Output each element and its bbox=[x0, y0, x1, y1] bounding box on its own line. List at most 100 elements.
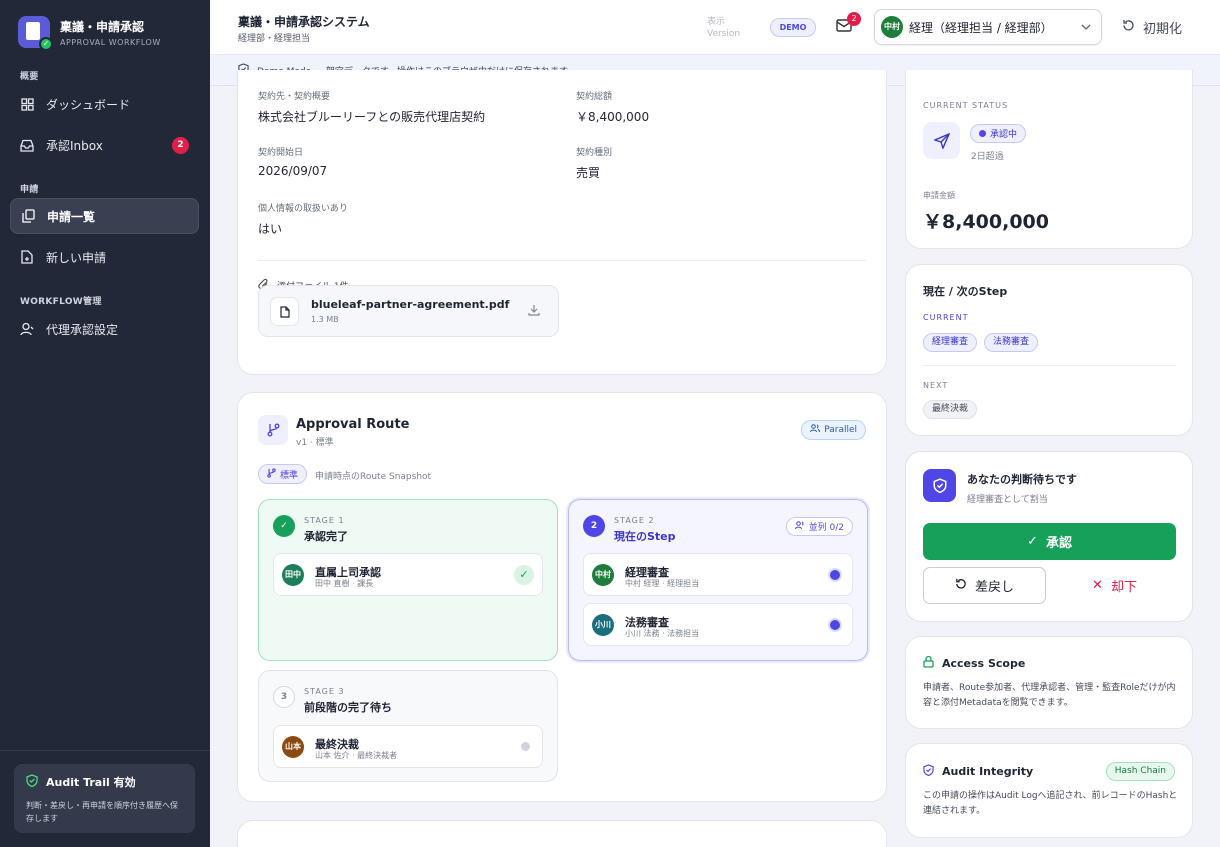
grid-icon bbox=[20, 97, 34, 111]
notification-count-badge: 2 bbox=[847, 12, 861, 26]
copy-icon bbox=[21, 209, 35, 223]
demo-badge: DEMO bbox=[770, 18, 816, 37]
reset-label: 初期化 bbox=[1143, 22, 1183, 37]
return-button[interactable]: 差戻し bbox=[923, 567, 1046, 604]
pending-dot bbox=[830, 570, 840, 580]
step-item[interactable]: 小川 法務審査 小川 法務 · 法務担当 bbox=[583, 603, 853, 646]
hash-chain-badge: Hash Chain bbox=[1105, 762, 1175, 781]
steps-card: 現在 / 次のStep CURRENT 経理審査 法務審査 NEXT 最終決裁 bbox=[905, 264, 1193, 436]
brand-subtitle: APPROVAL WORKFLOW bbox=[60, 37, 161, 47]
step-role: 小川 法務 · 法務担当 bbox=[625, 629, 700, 638]
close-icon: ✕ bbox=[1092, 578, 1103, 593]
shield-check-icon bbox=[923, 469, 956, 502]
field-value: 2026/09/07 bbox=[258, 164, 328, 178]
chevron-down-icon bbox=[1081, 22, 1091, 33]
user-icon bbox=[20, 322, 34, 336]
section-workflow: WORKFLOW管理 bbox=[20, 297, 102, 307]
user-switcher-label: 経理（経理担当 / 経理部） bbox=[909, 20, 1053, 35]
route-mode-badge: Parallel bbox=[801, 420, 866, 440]
route-version: v1 · 標準 bbox=[296, 438, 334, 448]
access-scope-card: Access Scope 申請者、Route参加者、代理承認者、管理・監査Rol… bbox=[905, 636, 1193, 729]
section-overview: 概要 bbox=[20, 72, 39, 82]
contract-details-card: 契約先・契約概要 株式会社ブルーリーフとの販売代理店契約 契約総額 ￥8,400… bbox=[237, 70, 887, 375]
status-card: CURRENT STATUS 承認中 2日超過 申請金額 ￥8,400,000 bbox=[905, 70, 1193, 249]
current-step-tag: 経理審査 bbox=[923, 333, 978, 352]
step-role: 山本 佐介 · 最終決裁者 bbox=[315, 751, 398, 760]
file-name: blueleaf-partner-agreement.pdf bbox=[311, 298, 510, 311]
stage-card-current: 2 STAGE 2 現在のStep 並列 0/2 中村 経理審査 中村 経理 ·… bbox=[568, 499, 868, 661]
sidebar-item-label: 新しい申請 bbox=[46, 250, 107, 265]
decision-title: あなたの判断待ちです bbox=[967, 473, 1077, 486]
decision-card: あなたの判断待ちです 経理審査として割当 ✓ 承認 差戻し ✕ 却下 bbox=[905, 451, 1193, 622]
amount-value: ￥8,400,000 bbox=[923, 211, 1049, 233]
current-label: CURRENT bbox=[923, 313, 969, 322]
reset-button[interactable]: 初期化 bbox=[1122, 18, 1182, 37]
user-switcher[interactable]: 中村 経理（経理担当 / 経理部） bbox=[874, 9, 1102, 45]
section-request: 申請 bbox=[20, 185, 39, 195]
shield-check-icon bbox=[923, 764, 934, 779]
brand: ✓ 稟議・申請承認 APPROVAL WORKFLOW bbox=[18, 16, 161, 51]
file-icon bbox=[270, 297, 299, 326]
stage-number: 3 bbox=[273, 686, 295, 708]
field-value: ￥8,400,000 bbox=[576, 110, 650, 124]
stage-number: 2 bbox=[583, 515, 605, 537]
field-value: 株式会社ブルーリーフとの販売代理店契約 bbox=[258, 110, 486, 124]
sidebar-item-request-list[interactable]: 申請一覧 bbox=[10, 198, 199, 234]
attachment-item[interactable]: blueleaf-partner-agreement.pdf 1.3 MB bbox=[258, 285, 559, 337]
check-circle-icon: ✓ bbox=[514, 565, 534, 585]
field-value: はい bbox=[258, 222, 283, 236]
git-branch-icon bbox=[258, 415, 288, 445]
reject-button[interactable]: ✕ 却下 bbox=[1053, 567, 1176, 604]
shield-check-icon bbox=[26, 774, 38, 790]
stage-label: STAGE 3 bbox=[304, 687, 345, 696]
lock-icon bbox=[923, 655, 934, 671]
sidebar-item-inbox[interactable]: 承認Inbox 2 bbox=[10, 127, 199, 163]
divider bbox=[258, 260, 866, 261]
users-icon bbox=[810, 424, 821, 436]
decision-sub: 経理審査として割当 bbox=[967, 495, 1048, 505]
avatar: 山本 bbox=[282, 736, 304, 758]
step-item[interactable]: 田中 直属上司承認 田中 直樹 · 課長 ✓ bbox=[273, 553, 543, 596]
field-label: 契約総額 bbox=[576, 92, 613, 102]
stage-label: STAGE 1 bbox=[304, 516, 345, 525]
stage-title: 前段階の完了待ち bbox=[304, 701, 392, 714]
top-header: 稟議・申請承認システム 経理部・経理担当 表示 Version DEMO 2 中村… bbox=[210, 0, 1220, 55]
field-label: 契約先・契約概要 bbox=[258, 92, 331, 102]
sidebar-divider bbox=[0, 750, 210, 751]
audit-trail-title: Audit Trail 有効 bbox=[46, 776, 136, 789]
step-item[interactable]: 中村 経理審査 中村 経理 · 経理担当 bbox=[583, 553, 853, 596]
stage-title: 現在のStep bbox=[614, 530, 676, 543]
users-icon bbox=[794, 520, 805, 533]
git-branch-icon bbox=[267, 467, 276, 481]
status-dot bbox=[979, 130, 986, 137]
step-role: 中村 経理 · 経理担当 bbox=[625, 579, 700, 588]
sidebar-item-new-request[interactable]: 新しい申請 bbox=[10, 239, 199, 275]
file-size: 1.3 MB bbox=[311, 315, 339, 324]
avatar: 小川 bbox=[592, 614, 614, 636]
approve-button[interactable]: ✓ 承認 bbox=[923, 523, 1176, 560]
step-item[interactable]: 山本 最終決裁 山本 佐介 · 最終決裁者 bbox=[273, 725, 543, 768]
version-selector-label[interactable]: 表示 Version bbox=[707, 16, 740, 40]
sidebar-item-label: 申請一覧 bbox=[47, 209, 96, 224]
sidebar-item-label: ダッシュボード bbox=[46, 97, 131, 112]
amount-label: 申請金額 bbox=[923, 191, 955, 200]
field-value: 売買 bbox=[576, 166, 601, 180]
route-snapshot-note: 申請時点のRoute Snapshot bbox=[315, 472, 432, 482]
audit-trail-box: Audit Trail 有効 判断・差戻し・再申請を順序付き履歴へ保存します bbox=[14, 764, 195, 833]
audit-trail-desc: 判断・差戻し・再申請を順序付き履歴へ保存します bbox=[26, 801, 178, 823]
sidebar-item-dashboard[interactable]: ダッシュボード bbox=[10, 86, 199, 122]
inbox-icon bbox=[20, 138, 34, 152]
avatar: 中村 bbox=[592, 564, 614, 586]
app-title: 稟議・申請承認システム bbox=[238, 15, 370, 29]
sidebar: ✓ 稟議・申請承認 APPROVAL WORKFLOW 概要 ダッシュボード 承… bbox=[0, 0, 210, 847]
audit-integrity-card: Audit Integrity Hash Chain この申請の操作はAudit… bbox=[905, 743, 1193, 838]
download-icon[interactable] bbox=[528, 304, 540, 319]
route-tag: 標準 bbox=[258, 464, 308, 484]
status-badge: 承認中 bbox=[970, 124, 1027, 143]
check-icon: ✓ bbox=[1027, 534, 1038, 549]
field-label: 契約開始日 bbox=[258, 148, 304, 158]
next-label: NEXT bbox=[923, 381, 949, 390]
rotate-ccw-icon bbox=[1122, 19, 1135, 36]
sidebar-item-proxy[interactable]: 代理承認設定 bbox=[10, 311, 199, 347]
route-title: Approval Route bbox=[296, 417, 410, 432]
